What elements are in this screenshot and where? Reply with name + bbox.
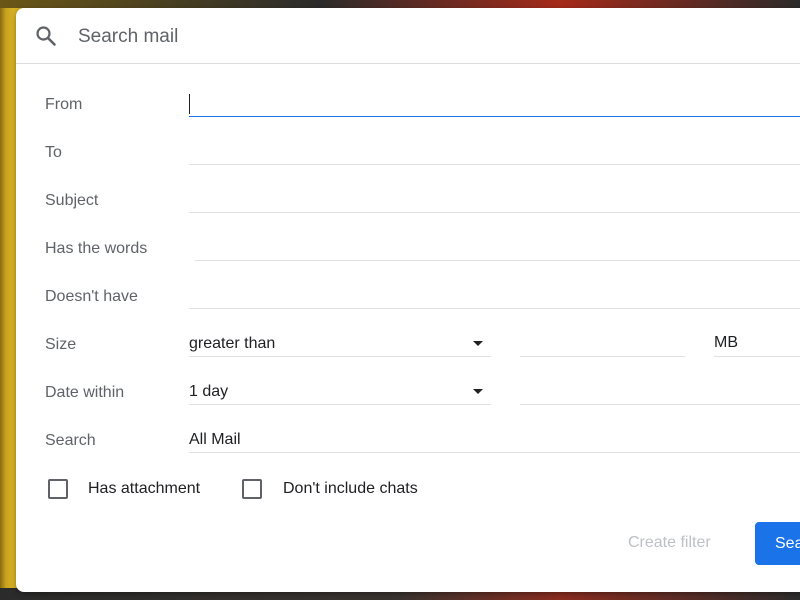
date-field[interactable] [520,380,800,405]
doesnt-have-label: Doesn't have [45,288,138,305]
size-operator-value: greater than [189,335,276,352]
to-field[interactable] [189,140,800,165]
size-unit-value: MB [714,334,738,351]
search-scope-label: Search [45,432,96,449]
text-caret [189,94,190,114]
size-value-field[interactable] [520,332,685,357]
from-label: From [45,96,83,113]
has-attachment-label[interactable]: Has attachment [88,479,200,499]
create-filter-button[interactable]: Create filter [628,532,711,554]
dropdown-arrow-icon [473,389,483,394]
date-within-select[interactable]: 1 day [189,380,491,405]
dropdown-arrow-icon [473,341,483,346]
size-label: Size [45,336,77,353]
date-within-label: Date within [45,384,125,401]
from-field[interactable] [189,92,800,117]
has-the-words-label: Has the words [45,240,148,257]
to-label: To [45,144,62,161]
dont-include-chats-checkbox[interactable] [242,479,262,499]
subject-field[interactable] [189,188,800,213]
advanced-search-panel: Search mail From To Subject Has the word… [16,8,800,592]
search-scope-value: All Mail [189,431,241,448]
has-attachment-checkbox[interactable] [48,479,68,499]
search-scope-select[interactable]: All Mail [189,428,800,453]
search-button[interactable]: Search [755,522,800,565]
search-icon[interactable] [34,24,58,48]
background-strip-top [0,0,800,8]
size-operator-select[interactable]: greater than [189,332,491,357]
date-within-value: 1 day [189,383,229,400]
search-input-placeholder[interactable]: Search mail [78,25,178,49]
size-unit-select[interactable]: MB [714,332,800,357]
dont-include-chats-label[interactable]: Don't include chats [283,479,418,499]
doesnt-have-field[interactable] [189,284,800,309]
search-bar[interactable]: Search mail [16,8,800,64]
subject-label: Subject [45,192,99,209]
has-the-words-field[interactable] [195,236,800,261]
